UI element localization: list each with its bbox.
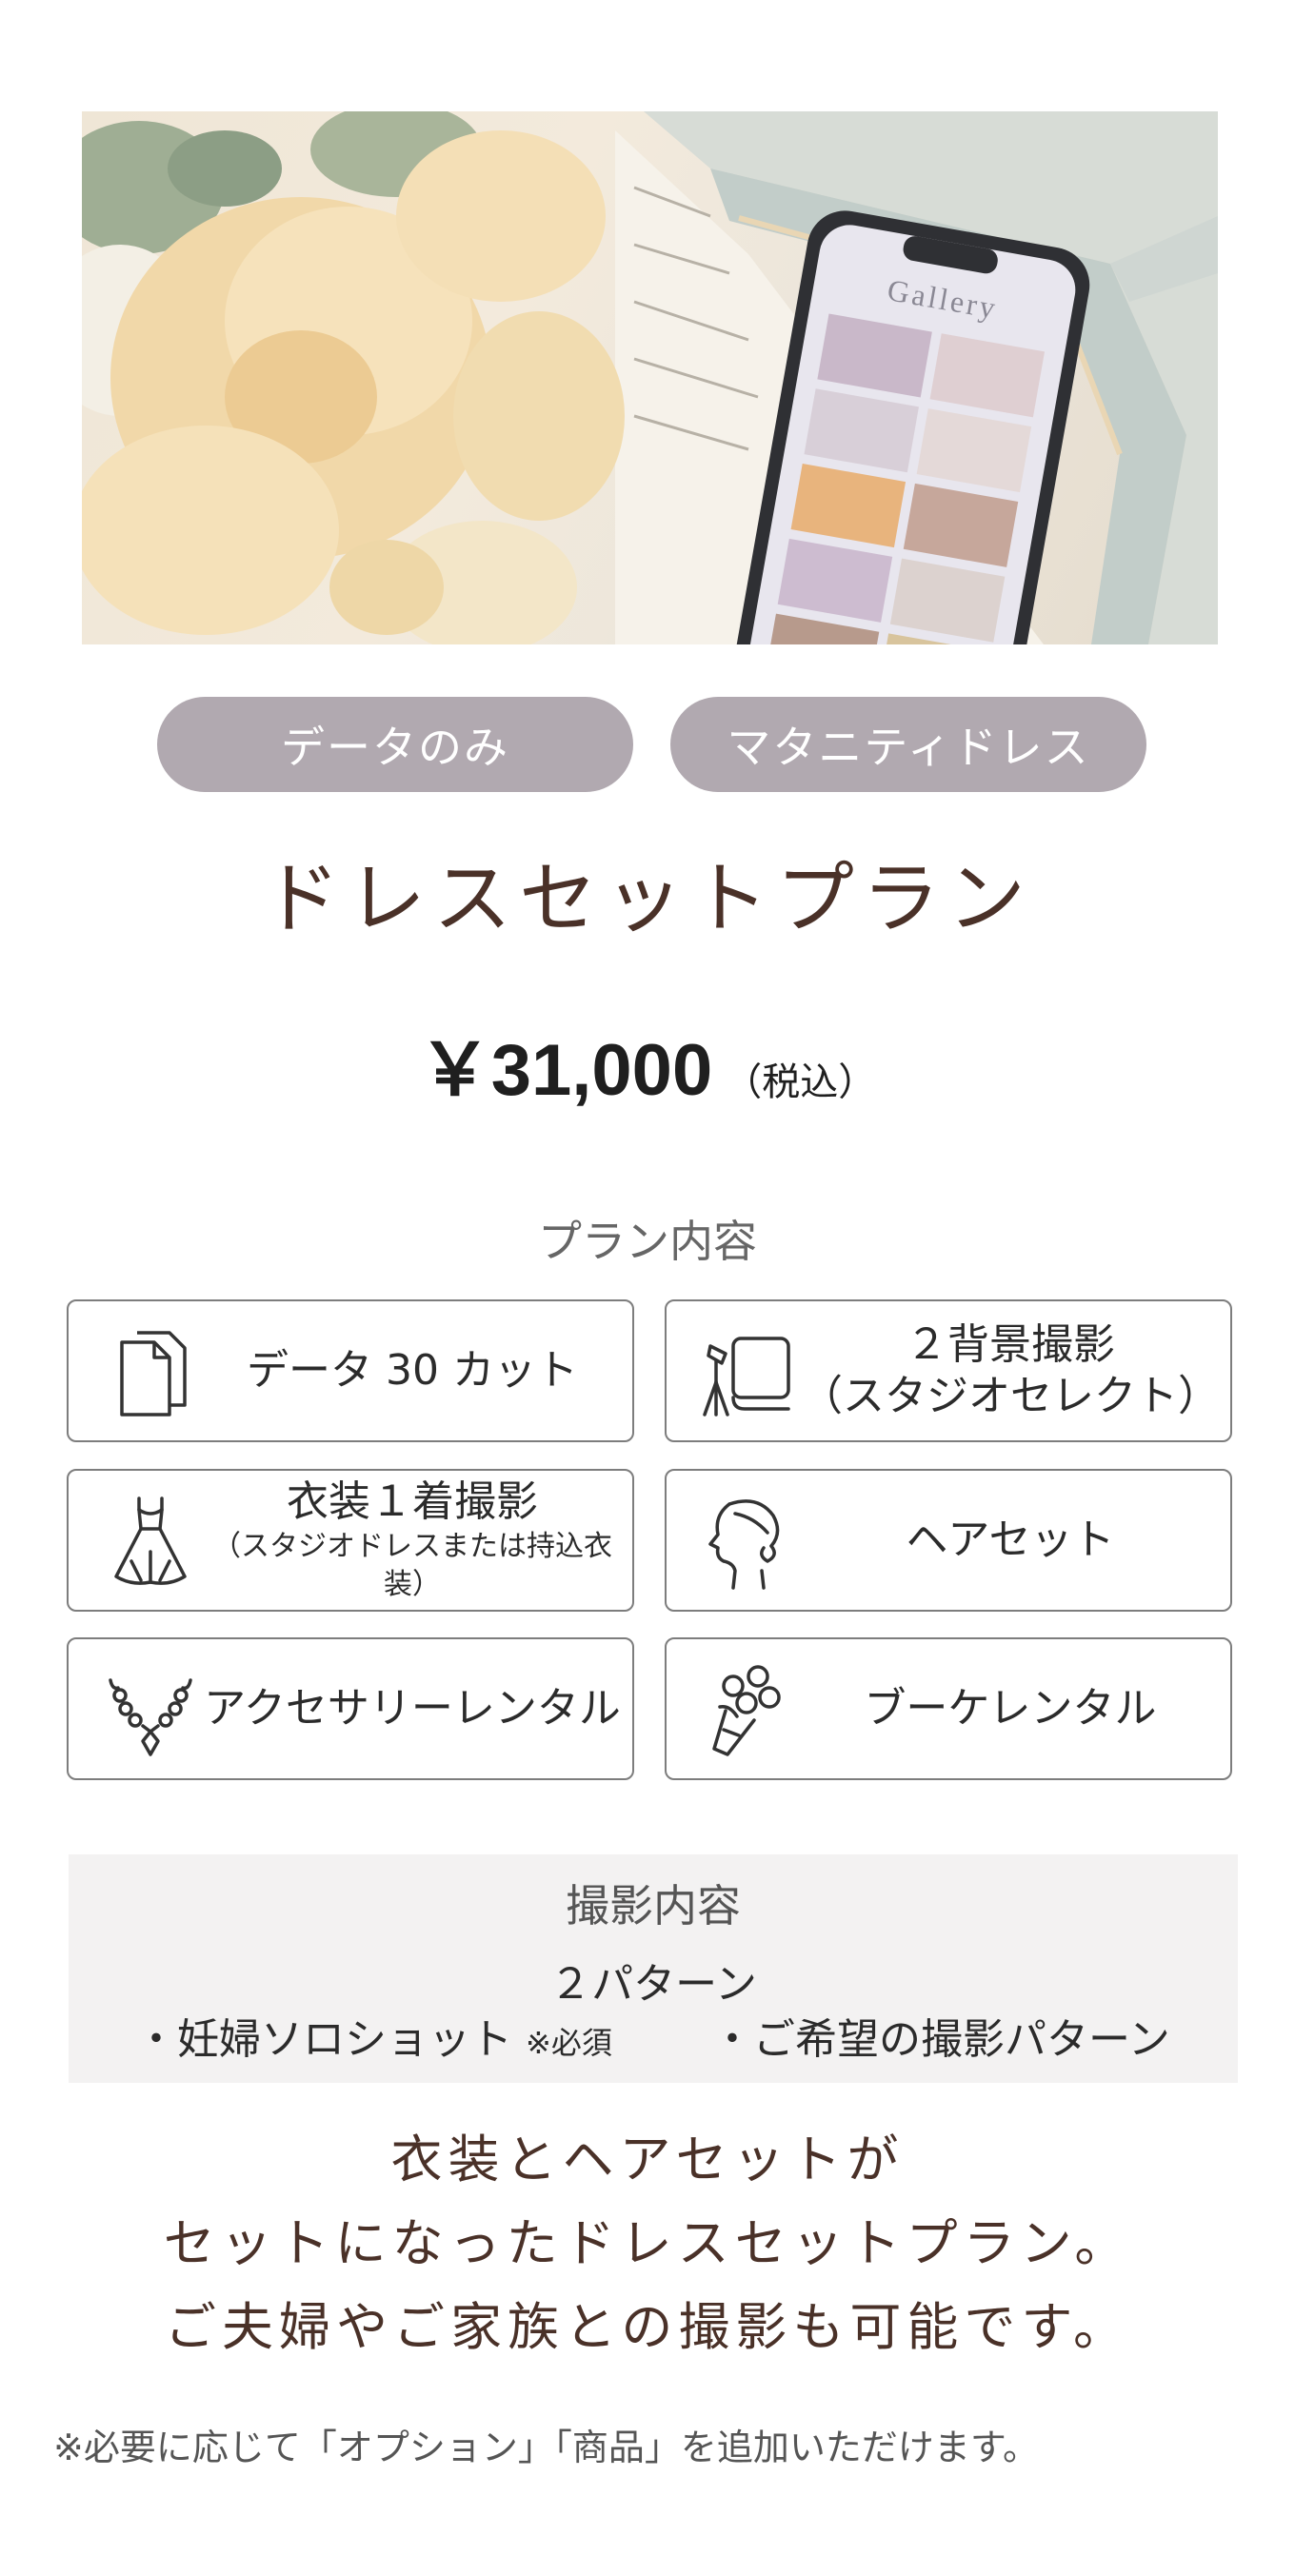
plan-item-data-label: データ 30 カット: [247, 1346, 578, 1395]
plan-description: 衣装とヘアセットが セットになったドレスセットプラン。 ご夫婦やご家族との撮影も…: [0, 2118, 1295, 2369]
smartphone-illustration: Gallery: [730, 210, 1090, 644]
shoot-item-custom: ・ご希望の撮影パターン: [711, 2015, 1170, 2064]
plan-item-backgrounds-label: ２背景撮影: [906, 1320, 1115, 1369]
plan-contents-heading: プラン内容: [538, 1216, 757, 1267]
plan-item-bouquet: ブーケレンタル: [665, 1637, 1232, 1780]
tag-maternity-dress: マタニティドレス: [670, 697, 1146, 792]
document-icon: [120, 1331, 187, 1417]
plan-item-data: データ 30 カット: [67, 1299, 634, 1442]
plan-item-hair-label: ヘアセット: [906, 1516, 1115, 1564]
bouquet-icon: [712, 1665, 781, 1756]
plan-item-backgrounds: ２背景撮影 （スタジオセレクト）: [665, 1299, 1232, 1442]
dress-icon: [114, 1496, 187, 1585]
plan-item-costume-sub: （スタジオドレスまたは持込衣装）: [212, 1530, 612, 1601]
plan-item-costume-label: 衣装１着撮影: [287, 1477, 538, 1526]
shoot-pattern-count: ２パターン: [549, 1960, 757, 2009]
description-line-1: 衣装とヘアセットが: [390, 2130, 905, 2190]
hairstyle-icon: [708, 1499, 780, 1590]
plan-item-hair: ヘアセット: [665, 1469, 1232, 1612]
studio-backdrop-icon: [703, 1337, 790, 1417]
shoot-heading: 撮影内容: [566, 1880, 741, 1932]
plan-item-accessories: アクセサリーレンタル: [67, 1637, 634, 1780]
shoot-item-solo-required: ※必須: [526, 2025, 612, 2061]
plan-item-accessories-label: アクセサリーレンタル: [204, 1684, 621, 1733]
shoot-details-panel: 撮影内容 ２パターン ・妊婦ソロショット ※必須 ・ご希望の撮影パターン: [69, 1854, 1238, 2083]
necklace-icon: [109, 1678, 192, 1756]
plan-item-costume: 衣装１着撮影 （スタジオドレスまたは持込衣装）: [67, 1469, 634, 1612]
plan-title: ドレスセットプラン: [261, 854, 1033, 944]
description-line-2: セットになったドレスセットプラン。: [163, 2213, 1132, 2273]
plan-item-backgrounds-sub: （スタジオセレクト）: [801, 1372, 1220, 1420]
hero-image: Gallery: [82, 111, 1218, 644]
footnote: ※必要に応じて「オプション」「商品」を追加いただけます。: [53, 2427, 1040, 2468]
price-amount: ￥31,000: [418, 1030, 713, 1111]
shoot-item-solo: ・妊婦ソロショット ※必須: [135, 2005, 612, 2066]
plan-item-bouquet-label: ブーケレンタル: [864, 1684, 1157, 1733]
flower-bouquet-illustration: [82, 111, 625, 644]
shoot-item-solo-label: ・妊婦ソロショット: [135, 2015, 512, 2064]
description-line-3: ご夫婦やご家族との撮影も可能です。: [164, 2297, 1131, 2357]
price-tax-note: （税込）: [724, 1060, 877, 1104]
price: ￥31,000 （税込）: [0, 1011, 1295, 1116]
tag-data-only: データのみ: [157, 697, 633, 792]
